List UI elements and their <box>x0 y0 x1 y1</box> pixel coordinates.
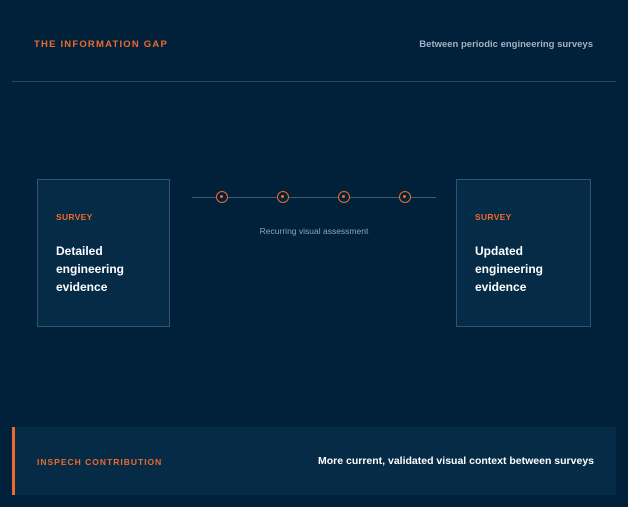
timeline-dot-icon <box>399 191 411 203</box>
right-survey-tag: SURVEY <box>475 212 512 222</box>
timeline-dot-icon <box>338 191 350 203</box>
timeline-dot-icon <box>216 191 228 203</box>
timeline-dot-icon <box>277 191 289 203</box>
right-survey-text: Updated engineering evidence <box>475 244 544 294</box>
header-divider <box>12 81 616 82</box>
header-subtitle: Between periodic engineering surveys <box>419 39 593 50</box>
assessment-timeline <box>192 188 436 206</box>
timeline-label: Recurring visual assessment <box>259 226 369 236</box>
left-survey-text: Detailed engineering evidence <box>56 244 125 294</box>
footer-text: More current, validated visual context b… <box>317 455 594 467</box>
right-survey-box: SURVEY Updated engineering evidence <box>456 179 591 327</box>
left-survey-box: SURVEY Detailed engineering evidence <box>37 179 170 327</box>
footer-label: INSPECH CONTRIBUTION <box>37 457 163 467</box>
left-survey-tag: SURVEY <box>56 212 93 222</box>
header-title: THE INFORMATION GAP <box>34 39 168 50</box>
footer-contribution-bar: INSPECH CONTRIBUTION More current, valid… <box>12 427 616 495</box>
